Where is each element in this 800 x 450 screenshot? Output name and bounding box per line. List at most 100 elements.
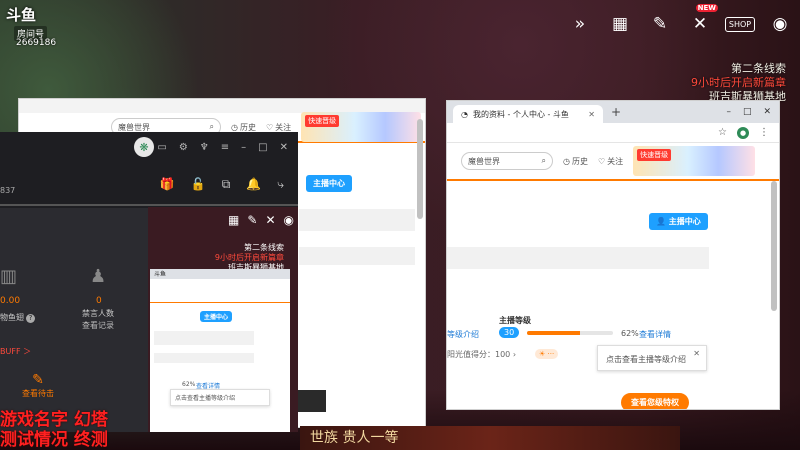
scrollbar[interactable] [417, 119, 423, 219]
level-progress-fill [527, 331, 581, 335]
sunshine-tag: ☀ ··· [535, 349, 559, 359]
tab-profile[interactable]: ◔ 我的资料 - 个人中心 - 斗鱼 ✕ [453, 105, 603, 123]
anchor-center-button[interactable]: 👤 主播中心 [649, 213, 708, 230]
anchor-level-title: 主播等级 [499, 316, 531, 325]
quest-tracker: 第二条线索 9小时后开启新篇章 班吉斯暴狮基地 [691, 62, 786, 104]
box-icon[interactable]: ⧉ [222, 177, 231, 192]
history-link[interactable]: ◷ 历史 [231, 122, 256, 133]
maximize-icon[interactable]: □ [743, 107, 752, 117]
fish-fin-value: 0.00 [0, 296, 21, 306]
panel-toolbar: 🎁 🔓 ⧉ 🔔 ⤷ [0, 172, 298, 196]
gift-icon[interactable]: 🎁 [160, 177, 175, 191]
edit-gift-icon: ✎ [32, 372, 44, 388]
browser-back-topbar [19, 99, 425, 113]
test-status-line: 测试情况 终测 [0, 430, 108, 450]
douyu-favicon: ◔ [461, 109, 468, 119]
buff-link[interactable]: BUFF ＞ [0, 346, 31, 357]
shirt-icon[interactable]: ♆ [200, 142, 209, 153]
mini-anchor-center: 主播中心 [200, 311, 233, 322]
app-logo: ❋ [134, 137, 154, 157]
level-tip-popup: 点击查看主播等级介绍 ✕ [597, 345, 707, 371]
divider [0, 204, 298, 206]
history-link[interactable]: ◷ 历史 [563, 156, 588, 167]
chart-icon: ▥ [0, 266, 18, 287]
user-circle-icon: ◉ [283, 213, 294, 227]
new-badge: NEW [695, 4, 718, 12]
content-placeholder [447, 247, 709, 269]
crossed-tools-icon[interactable]: ✕ NEW [688, 4, 718, 36]
gift-box-icon: ▦ [228, 213, 240, 227]
level-progress-bar [527, 331, 613, 335]
edit-icon: ✎ [247, 213, 258, 227]
gift-box-icon[interactable]: ▦ [608, 12, 632, 36]
profile-avatar[interactable]: ● [737, 126, 749, 139]
mini-placeholder [154, 353, 254, 363]
site-header: 魔兽世界 ⌕ ◷ 历史 ♡ 关注 快速晋级 [447, 143, 779, 181]
minimize-icon[interactable]: – [241, 142, 246, 153]
share-icon[interactable]: ⤷ [277, 177, 284, 192]
tab-close-icon[interactable]: ✕ [588, 110, 595, 119]
search-icon: ⌕ [541, 156, 546, 165]
promo-banner[interactable]: 快速晋级 [301, 112, 422, 142]
close-icon[interactable]: ✕ [763, 107, 771, 117]
quest-line-1: 第二条线索 [731, 62, 786, 75]
search-icon: ⌕ [209, 122, 214, 131]
new-tab-icon[interactable]: + [611, 105, 621, 119]
quest-line-2: 9小时后开启新篇章 [691, 76, 786, 89]
bottom-banner: 世族 贵人一等 [300, 426, 680, 450]
close-icon[interactable]: ✕ [280, 142, 288, 153]
user-id-fragment: 837 [0, 186, 16, 195]
edit-icon[interactable]: ✎ [648, 12, 672, 36]
double-chevron-icon[interactable]: » [568, 12, 592, 36]
shop-icon[interactable]: SHOP [724, 12, 756, 36]
search-box[interactable]: 魔兽世界 ⌕ [461, 152, 553, 170]
menu-icon[interactable]: ≡ [221, 142, 229, 153]
minimize-icon[interactable]: – [726, 107, 731, 117]
bell-icon[interactable]: 🔔 [246, 177, 261, 191]
game-hud-toolbar: » ▦ ✎ ✕ NEW SHOP ◉ [568, 4, 792, 36]
browser-window-main: ◔ 我的资料 - 个人中心 - 斗鱼 ✕ + – □ ✕ ☆ ● ⋮ 魔兽世界 … [446, 100, 780, 410]
mini-tab: 斗鱼 [150, 269, 290, 279]
follow-link[interactable]: ♡ 关注 [266, 122, 291, 133]
follow-link[interactable]: ♡ 关注 [598, 156, 623, 167]
star-icon[interactable]: ☆ [718, 127, 727, 138]
level-intro-link[interactable]: 等级介绍 [447, 329, 479, 340]
unlock-icon[interactable]: 🔓 [191, 177, 206, 191]
content-placeholder [299, 247, 415, 265]
chat-icon[interactable]: ▭ [157, 142, 166, 153]
view-privilege-button[interactable]: 查看您级特权 [621, 393, 689, 409]
promo-banner[interactable]: 快速晋级 [633, 146, 756, 176]
progress-percent: 62% [621, 329, 639, 338]
muted-count: 0 [96, 296, 102, 306]
mini-browser: 斗鱼 主播中心 62% 查看详情 点击查看主播等级介绍 [150, 269, 290, 432]
view-record-link[interactable]: 查看记录 [82, 320, 114, 331]
crossed-tools-icon: ✕ [265, 213, 276, 227]
tip-close-icon[interactable]: ✕ [693, 349, 700, 358]
mini-hud: ▦ ✎ ✕ ◉ [228, 213, 294, 227]
gift-button[interactable]: ✎ 查看待击 [22, 372, 54, 399]
level-badge: 30 [499, 327, 520, 338]
tab-strip: ◔ 我的资料 - 个人中心 - 斗鱼 ✕ + – □ ✕ [447, 101, 779, 123]
fish-fin-label: 物鱼翅? [0, 312, 35, 323]
anchor-center-button[interactable]: 主播中心 [306, 175, 352, 192]
stream-info-overlay: 游戏名字 幻塔 测试情况 终测 [0, 410, 108, 450]
game-name-line: 游戏名字 幻塔 [0, 410, 108, 430]
maximize-icon[interactable]: □ [258, 142, 267, 153]
sunshine-score: 阳光值得分：100 › [447, 350, 517, 359]
douyu-logo: 斗鱼 [6, 6, 37, 24]
dark-block [298, 390, 326, 412]
user-circle-icon[interactable]: ◉ [768, 12, 792, 36]
scrollbar[interactable] [771, 181, 777, 311]
mini-placeholder [154, 331, 254, 345]
settings-icon[interactable]: ⚙ [179, 142, 188, 153]
stream-preview: ▦ ✎ ✕ ◉ 第二条线索 9小时后开启新篇章 班吉斯暴狮基地 斗鱼 主播中心 … [148, 207, 298, 432]
content-placeholder [299, 209, 415, 231]
mini-tip: 点击查看主播等级介绍 [170, 389, 270, 406]
room-id: 2669186 [16, 38, 57, 48]
mini-progress-percent: 62% [182, 381, 196, 388]
window-controls: – □ ✕ [726, 107, 779, 117]
mute-user-icon: ♟ [90, 266, 107, 287]
muted-label: 禁言人数 [82, 309, 114, 318]
more-icon[interactable]: ⋮ [759, 127, 769, 138]
view-detail-link[interactable]: 查看详情 [639, 329, 671, 340]
